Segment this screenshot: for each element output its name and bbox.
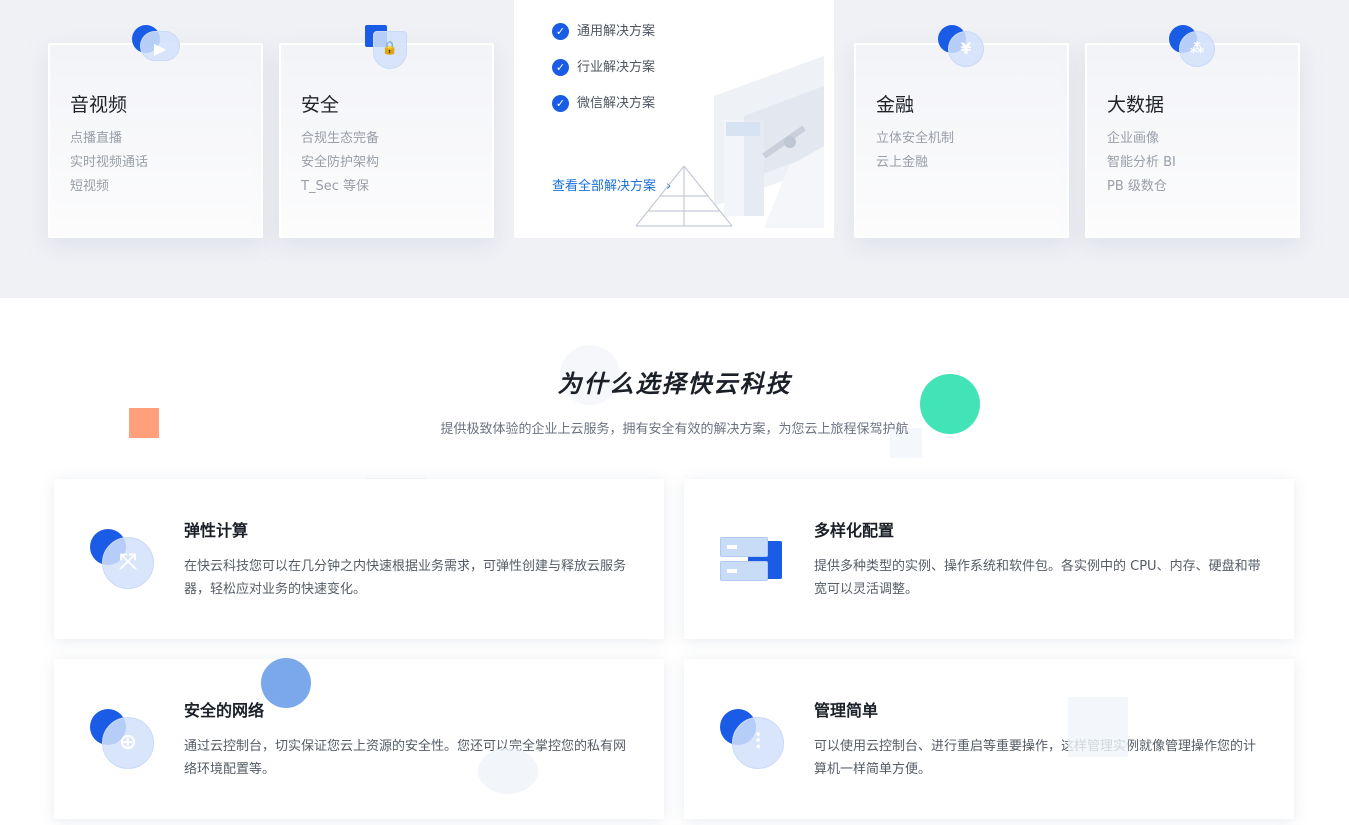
check-icon: ✓ — [552, 95, 569, 112]
card-lines: 点播直播 实时视频通话 短视频 — [70, 127, 148, 199]
card-line: T_Sec 等保 — [301, 179, 369, 194]
server-stack-icon — [718, 527, 788, 597]
card-line: 企业画像 — [1107, 131, 1160, 146]
feature-description: 在快云科技您可以在几分钟之内快速根据业务需求，可弹性创建与释放云服务器，轻松应对… — [184, 559, 627, 597]
card-line: 云上金融 — [876, 155, 929, 170]
feature-title: 弹性计算 — [184, 521, 249, 540]
section-subtitle: 提供极致体验的企业上云服务，拥有安全有效的解决方案，为您云上旅程保驾护航 — [440, 422, 909, 437]
feature-title: 多样化配置 — [814, 521, 895, 540]
card-line: 实时视频通话 — [70, 155, 149, 170]
solution-card-finance[interactable]: ¥ 金融 立体安全机制 云上金融 — [854, 25, 1069, 238]
card-title: 金融 — [876, 94, 915, 116]
card-line: PB 级数仓 — [1107, 179, 1167, 194]
solution-item[interactable]: ✓ 通用解决方案 — [552, 20, 655, 40]
decor-circle-blue — [261, 658, 311, 708]
solution-card-audio-video[interactable]: ▶ 音视频 点播直播 实时视频通话 短视频 — [48, 25, 263, 238]
card-lines: 合规生态完备 安全防护架构 T_Sec 等保 — [301, 127, 379, 199]
solution-card-security[interactable]: 🔒 安全 合规生态完备 安全防护架构 T_Sec 等保 — [279, 25, 494, 238]
card-line: 点播直播 — [70, 131, 123, 146]
card-lines: 企业画像 智能分析 BI PB 级数仓 — [1107, 127, 1176, 199]
feature-description: 提供多种类型的实例、操作系统和软件包。各实例中的 CPU、内存、硬盘和带宽可以灵… — [814, 559, 1261, 597]
card-line: 智能分析 BI — [1107, 155, 1176, 170]
card-title: 大数据 — [1107, 94, 1165, 116]
solutions-section: ▶ 音视频 点播直播 实时视频通话 短视频 🔒 安全 合规生态完备 安全防护架构… — [0, 0, 1349, 298]
feature-title: 管理简单 — [814, 701, 879, 720]
card-line: 短视频 — [70, 179, 110, 194]
section-title: 为什么选择快云科技 — [557, 370, 792, 398]
feature-card-flexible-config[interactable]: 多样化配置 提供多种类型的实例、操作系统和软件包。各实例中的 CPU、内存、硬盘… — [684, 479, 1294, 639]
server-illustration — [635, 56, 824, 228]
card-lines: 立体安全机制 云上金融 — [876, 127, 954, 175]
check-icon: ✓ — [552, 59, 569, 76]
card-line: 立体安全机制 — [876, 131, 955, 146]
check-icon: ✓ — [552, 23, 569, 40]
globe-icon: ⊕ — [88, 707, 158, 777]
elastic-arrows-icon: ⤧ — [88, 527, 158, 597]
card-line: 安全防护架构 — [301, 155, 380, 170]
feature-card-secure-network[interactable]: ⊕ 安全的网络 通过云控制台，切实保证您云上资源的安全性。您还可以完全掌控您的私… — [54, 659, 664, 819]
feature-description: 可以使用云控制台、进行重启等重要操作，这样管理实例就像管理操作您的计算机一样简单… — [814, 739, 1257, 777]
solution-card-big-data[interactable]: ⁂ 大数据 企业画像 智能分析 BI PB 级数仓 — [1085, 25, 1300, 238]
sliders-icon: ⫶ — [718, 707, 788, 777]
feature-card-simple-management[interactable]: ⫶ 管理简单 可以使用云控制台、进行重启等重要操作，这样管理实例就像管理操作您的… — [684, 659, 1294, 819]
solutions-feature-panel: ✓ 通用解决方案 ✓ 行业解决方案 ✓ 微信解决方案 查看全部解决方案 › — [514, 0, 834, 238]
decor-square — [1068, 697, 1128, 757]
feature-description: 通过云控制台，切实保证您云上资源的安全性。您还可以完全掌控您的私有网络环境配置等… — [184, 739, 627, 777]
feature-title: 安全的网络 — [184, 701, 265, 720]
card-title: 音视频 — [70, 94, 128, 116]
card-line: 合规生态完备 — [301, 131, 380, 146]
feature-card-elastic-computing[interactable]: ⤧ 弹性计算 在快云科技您可以在几分钟之内快速根据业务需求，可弹性创建与释放云服… — [54, 479, 664, 639]
decor-blob — [478, 748, 538, 794]
card-title: 安全 — [301, 94, 340, 116]
